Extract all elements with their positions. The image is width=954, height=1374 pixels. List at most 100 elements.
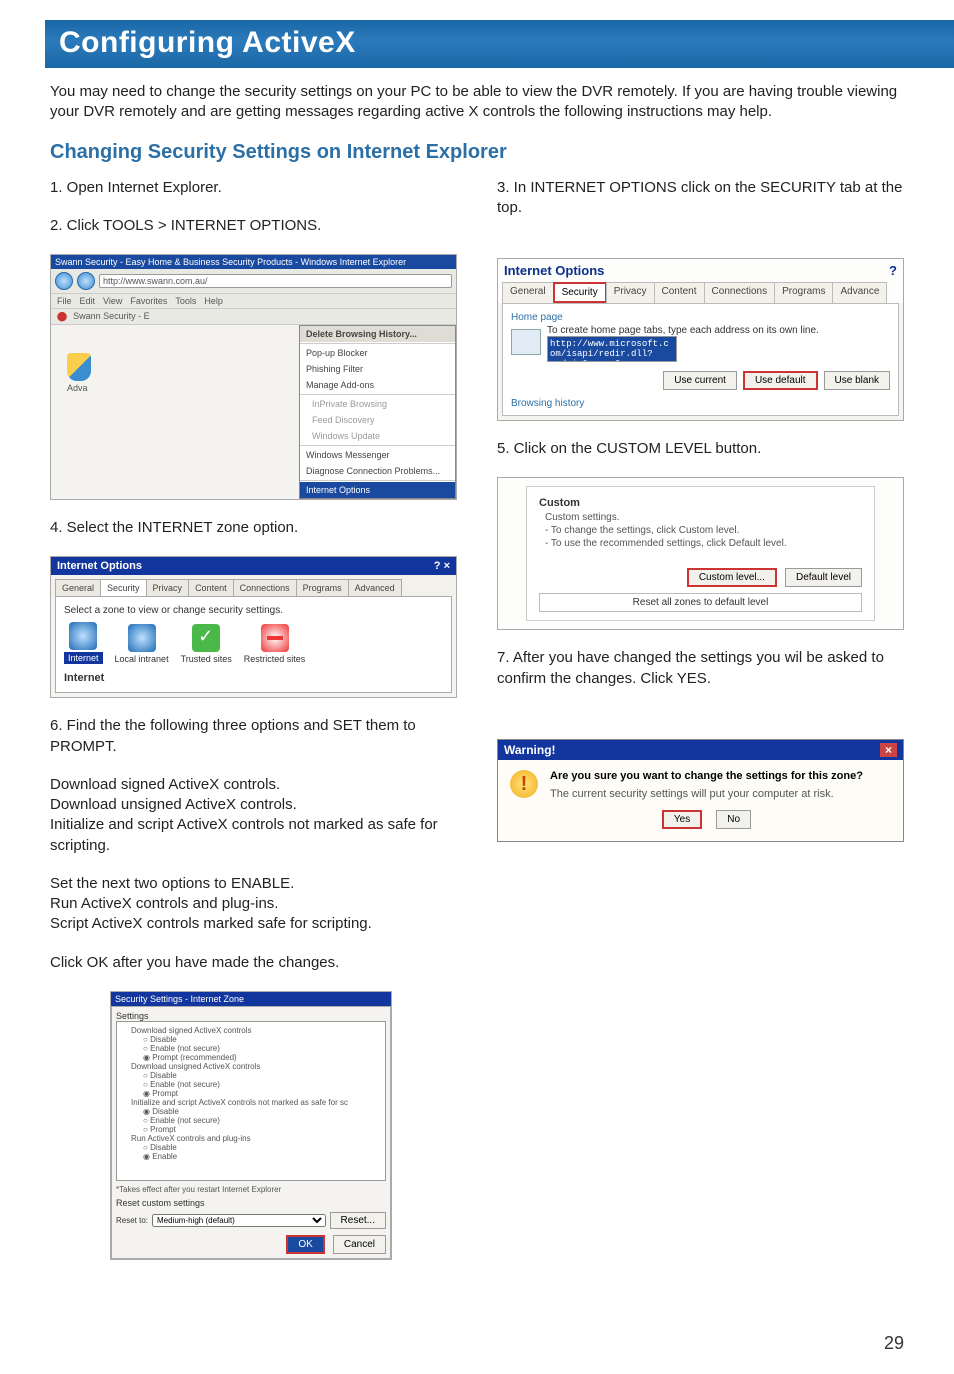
tab-connections[interactable]: Connections xyxy=(233,579,297,596)
tab-programs[interactable]: Programs xyxy=(774,282,833,303)
tab-advanced[interactable]: Advanced xyxy=(348,579,402,596)
dialog-title: Security Settings - Internet Zone xyxy=(111,992,391,1006)
custom-level-button[interactable]: Custom level... xyxy=(687,568,777,587)
yes-button[interactable]: Yes xyxy=(662,810,702,829)
zone-local-label: Local intranet xyxy=(115,654,169,664)
dd-inprivate: InPrivate Browsing xyxy=(300,396,455,412)
back-icon[interactable] xyxy=(55,272,73,290)
custom-heading: Custom xyxy=(539,497,862,509)
zone-internet[interactable]: Internet xyxy=(64,622,103,664)
no-button[interactable]: No xyxy=(716,810,751,829)
browsing-history-group: Browsing history xyxy=(511,398,890,409)
zone-trusted[interactable]: Trusted sites xyxy=(181,624,232,664)
tab-advance[interactable]: Advance xyxy=(832,282,887,303)
tree-option[interactable]: ○ Disable xyxy=(121,1035,381,1044)
address-bar[interactable]: http://www.swann.com.au/ xyxy=(99,274,452,288)
tab-security[interactable]: Security xyxy=(553,282,607,303)
reset-to-label: Reset to: xyxy=(116,1216,148,1225)
tree-option[interactable]: ◉ Disable xyxy=(121,1107,381,1116)
tree-option[interactable]: ○ Disable xyxy=(121,1143,381,1152)
forward-icon[interactable] xyxy=(77,272,95,290)
step-6c: Download unsigned ActiveX controls. xyxy=(50,795,457,815)
reset-custom-label: Reset custom settings xyxy=(116,1198,386,1208)
screenshot-warning-dialog: Warning! × ! Are you sure you want to ch… xyxy=(497,739,904,842)
default-level-button[interactable]: Default level xyxy=(785,568,862,587)
warning-title: Warning! xyxy=(504,743,556,757)
tab-general[interactable]: General xyxy=(502,282,554,303)
tree-option[interactable]: ◉ Prompt xyxy=(121,1089,381,1098)
reset-button[interactable]: Reset... xyxy=(330,1212,386,1229)
tab-content[interactable]: Content xyxy=(654,282,705,303)
dd-messenger[interactable]: Windows Messenger xyxy=(300,447,455,463)
menu-favorites[interactable]: Favorites xyxy=(130,296,167,306)
tab-content[interactable]: Content xyxy=(188,579,234,596)
zone-local-intranet[interactable]: Local intranet xyxy=(115,624,169,664)
close-icon[interactable]: × xyxy=(880,743,897,757)
menu-tools[interactable]: Tools xyxy=(175,296,196,306)
page-title: Configuring ActiveX xyxy=(45,20,954,68)
use-default-button[interactable]: Use default xyxy=(743,371,818,390)
selected-zone: Internet xyxy=(64,672,443,684)
zone-trusted-label: Trusted sites xyxy=(181,654,232,664)
dd-delete-history[interactable]: Delete Browsing History... xyxy=(300,326,455,342)
tab-label[interactable]: Swann Security - E xyxy=(73,311,150,322)
no-icon xyxy=(261,624,289,652)
ok-button[interactable]: OK xyxy=(286,1235,324,1254)
tab-general[interactable]: General xyxy=(55,579,101,596)
tree-option[interactable]: ○ Disable xyxy=(121,1071,381,1080)
tree-option[interactable]: ○ Enable (not secure) xyxy=(121,1116,381,1125)
dd-diagnose[interactable]: Diagnose Connection Problems... xyxy=(300,463,455,479)
tree-option[interactable]: ○ Prompt xyxy=(121,1125,381,1134)
menu-view[interactable]: View xyxy=(103,296,122,306)
use-blank-button[interactable]: Use blank xyxy=(824,371,890,390)
menu-file[interactable]: File xyxy=(57,296,72,306)
dd-phishing-filter[interactable]: Phishing Filter xyxy=(300,361,455,377)
tab-privacy[interactable]: Privacy xyxy=(146,579,190,596)
dialog-title: Internet Options xyxy=(57,560,142,572)
dd-manage-addons[interactable]: Manage Add-ons xyxy=(300,377,455,393)
step-5: 5. Click on the CUSTOM LEVEL button. xyxy=(497,439,904,459)
step-6b: Download signed ActiveX controls. xyxy=(50,775,457,795)
home-icon xyxy=(511,329,541,355)
homepage-url-field[interactable]: http://www.microsoft.com/isapi/redir.dll… xyxy=(547,336,677,362)
tree-node: Download unsigned ActiveX controls xyxy=(121,1062,381,1071)
tools-dropdown[interactable]: Delete Browsing History... Pop-up Blocke… xyxy=(299,325,456,499)
settings-tree[interactable]: Download signed ActiveX controls ○ Disab… xyxy=(116,1021,386,1181)
cancel-button[interactable]: Cancel xyxy=(333,1235,386,1254)
use-current-button[interactable]: Use current xyxy=(663,371,737,390)
tree-option[interactable]: ○ Enable (not secure) xyxy=(121,1044,381,1053)
check-icon xyxy=(192,624,220,652)
shield-icon xyxy=(67,353,91,381)
reset-select[interactable]: Medium-high (default) xyxy=(152,1214,326,1227)
zone-restricted[interactable]: Restricted sites xyxy=(244,624,306,664)
screenshot-security-zones: Internet Options ? × General Security Pr… xyxy=(50,556,457,698)
tab-programs[interactable]: Programs xyxy=(296,579,349,596)
dd-popup-blocker[interactable]: Pop-up Blocker xyxy=(300,345,455,361)
warning-icon: ! xyxy=(510,770,538,798)
tree-node: Download signed ActiveX controls xyxy=(121,1026,381,1035)
step-6f: Run ActiveX controls and plug-ins. xyxy=(50,894,457,914)
homepage-instruction: To create home page tabs, type each addr… xyxy=(547,325,890,336)
step-1: 1. Open Internet Explorer. xyxy=(50,178,457,198)
help-icon[interactable]: ? xyxy=(889,263,897,278)
stop-icon[interactable]: ⬤ xyxy=(57,311,67,322)
warning-subtext: The current security settings will put y… xyxy=(550,788,863,800)
screenshot-custom-level: Custom Custom settings. - To change the … xyxy=(497,477,904,630)
screenshot-security-settings: Security Settings - Internet Zone Settin… xyxy=(110,991,392,1260)
tree-option[interactable]: ◉ Prompt (recommended) xyxy=(121,1053,381,1062)
tab-security[interactable]: Security xyxy=(100,579,147,596)
zone-internet-label: Internet xyxy=(64,652,103,664)
restart-note: *Takes effect after you restart Internet… xyxy=(116,1185,386,1194)
menu-bar[interactable]: File Edit View Favorites Tools Help xyxy=(51,294,456,309)
menu-edit[interactable]: Edit xyxy=(80,296,96,306)
tab-privacy[interactable]: Privacy xyxy=(606,282,655,303)
tree-option[interactable]: ◉ Enable xyxy=(121,1152,381,1161)
step-7: 7. After you have changed the settings y… xyxy=(497,648,904,689)
tab-connections[interactable]: Connections xyxy=(704,282,776,303)
dd-internet-options[interactable]: Internet Options xyxy=(300,482,455,498)
menu-help[interactable]: Help xyxy=(204,296,223,306)
tree-option[interactable]: ○ Enable (not secure) xyxy=(121,1080,381,1089)
reset-zones-button[interactable]: Reset all zones to default level xyxy=(539,593,862,612)
dialog-help-close[interactable]: ? × xyxy=(434,560,450,572)
step-6h: Click OK after you have made the changes… xyxy=(50,953,457,973)
